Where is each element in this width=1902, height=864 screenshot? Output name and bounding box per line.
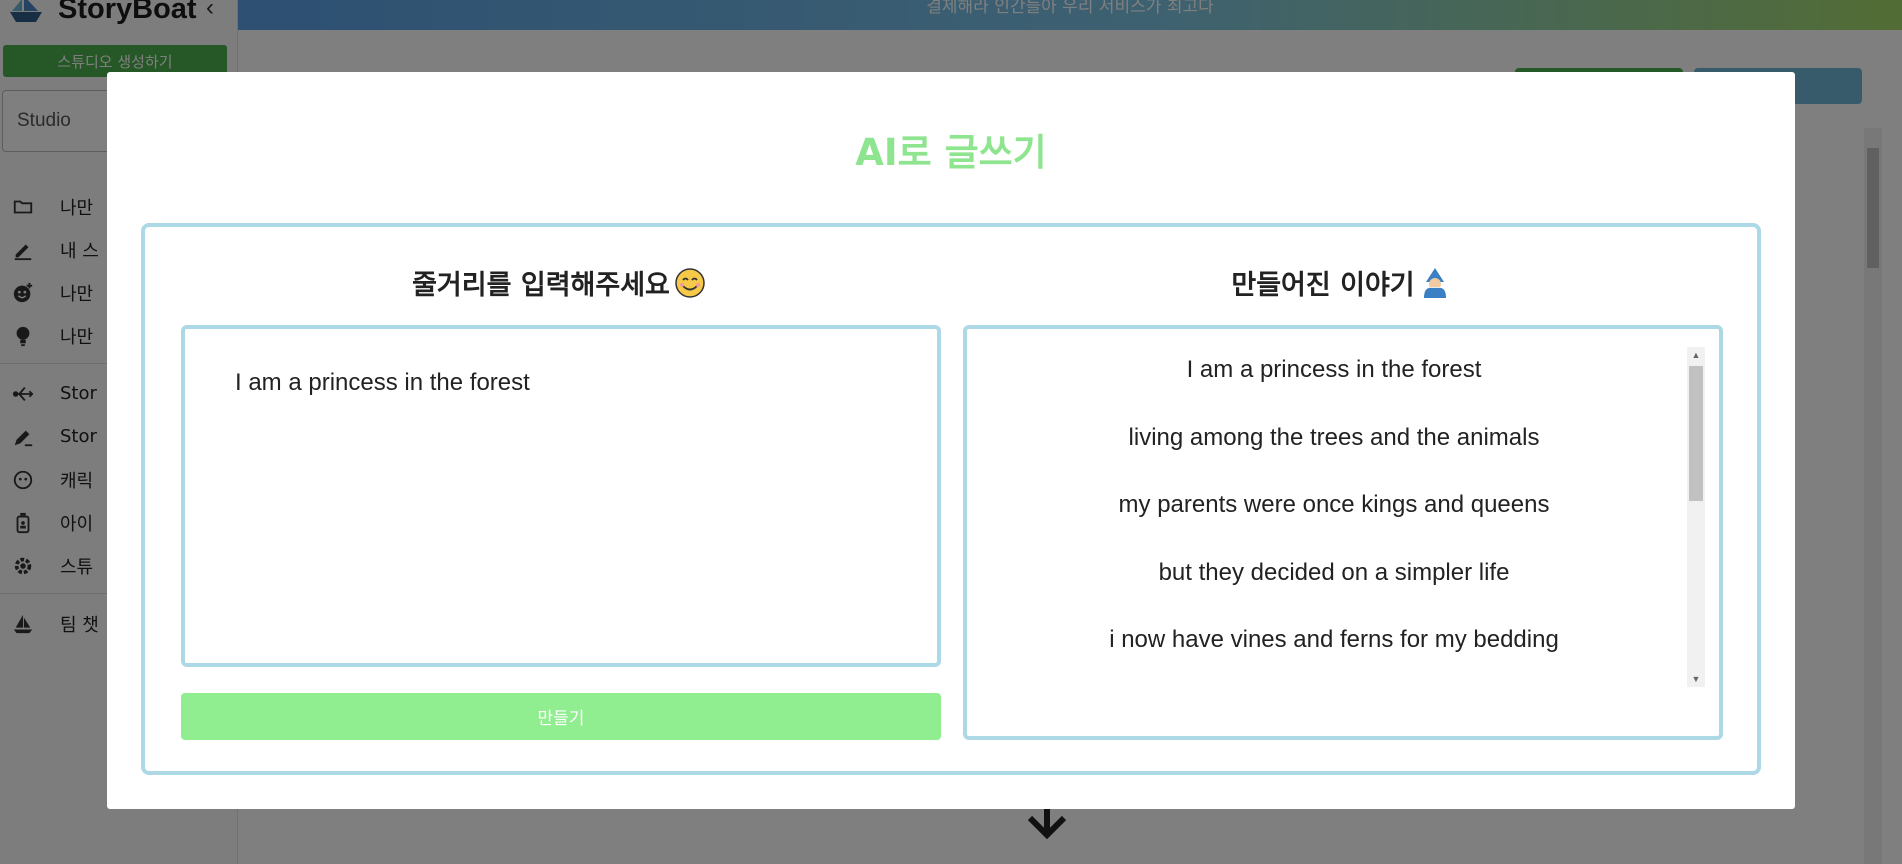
ai-writing-modal: AI로 글쓰기 줄거리를 입력해주세요 만들어진 이야기 I am a prin… — [107, 72, 1795, 809]
story-line: I am a princess in the forest — [1186, 356, 1482, 383]
smiling-face-icon — [675, 267, 705, 298]
story-line: i now have vines and ferns for my beddin… — [1109, 626, 1559, 653]
plot-input[interactable]: I am a princess in the forest — [181, 325, 941, 667]
generated-story-panel[interactable]: I am a princess in the forest living amo… — [963, 325, 1723, 740]
story-line: but they decided on a simpler life — [1158, 558, 1510, 586]
output-heading: 만들어진 이야기 — [963, 263, 1719, 302]
modal-title: AI로 글쓰기 — [855, 131, 1047, 174]
story-line: my parents were once kings and queens — [1118, 491, 1550, 518]
story-scrollbar[interactable]: ▲ ▼ — [1687, 347, 1705, 687]
scroll-up-arrow-icon[interactable]: ▲ — [1687, 347, 1705, 363]
scroll-down-arrow-icon[interactable]: ▼ — [1687, 671, 1705, 687]
output-heading-text: 만들어진 이야기 — [1231, 270, 1415, 301]
story-line: living among the trees and the animals — [1128, 423, 1540, 451]
story-scrollbar-thumb[interactable] — [1689, 366, 1703, 501]
story-lines: I am a princess in the forest living amo… — [967, 357, 1701, 695]
input-heading: 줄거리를 입력해주세요 — [181, 263, 937, 302]
input-heading-text: 줄거리를 입력해주세요 — [412, 270, 670, 301]
modal-content-frame: 줄거리를 입력해주세요 만들어진 이야기 I am a princess in … — [141, 223, 1761, 775]
mage-icon — [1423, 267, 1446, 298]
make-button[interactable]: 만들기 — [181, 693, 941, 740]
